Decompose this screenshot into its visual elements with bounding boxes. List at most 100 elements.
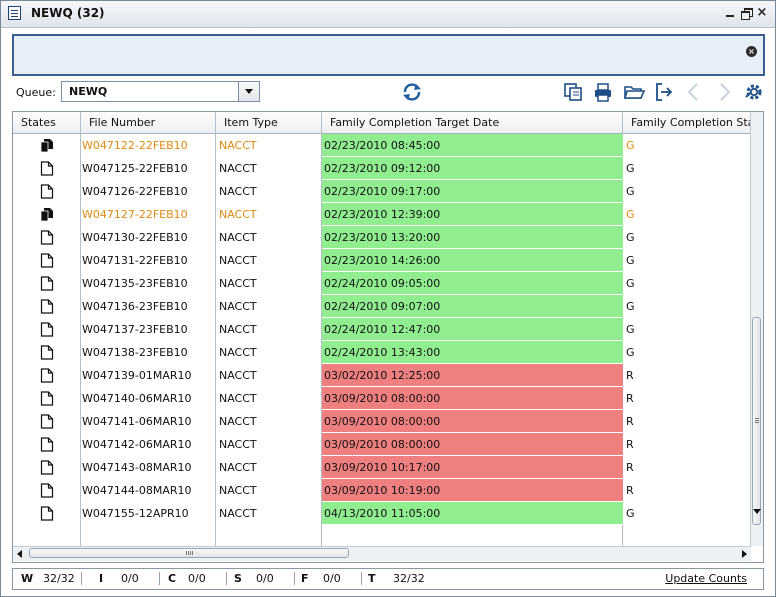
- table-row[interactable]: W047143-08MAR10 NACCT 03/09/2010 10:17:00 R: [13, 456, 749, 479]
- print-button[interactable]: [592, 81, 614, 103]
- completion-state-cell: R: [626, 369, 634, 382]
- item-type-cell: NACCT: [219, 507, 257, 520]
- column-header-states[interactable]: States: [13, 112, 81, 133]
- chevron-down-icon[interactable]: [238, 82, 259, 101]
- status-value: 0/0: [323, 572, 341, 585]
- scroll-right-arrow-icon[interactable]: [742, 550, 747, 558]
- exit-button[interactable]: [653, 81, 675, 103]
- minimize-button[interactable]: [724, 7, 736, 19]
- status-divider: [294, 572, 295, 585]
- state-cell: [13, 387, 81, 410]
- target-date-cell: 03/09/2010 08:00:00: [322, 410, 623, 433]
- queue-label: Queue:: [16, 86, 56, 99]
- completion-state-cell: R: [626, 484, 634, 497]
- document-icon: [40, 345, 54, 360]
- column-header-target-date[interactable]: Family Completion Target Date: [322, 112, 623, 133]
- target-date-cell: 04/13/2010 11:05:00: [322, 502, 623, 525]
- item-type-cell: NACCT: [219, 323, 257, 336]
- column-header-completion-state[interactable]: Family Completion State: [623, 112, 751, 133]
- completion-state-cell: G: [626, 507, 635, 520]
- table-row[interactable]: W047130-22FEB10 NACCT 02/23/2010 13:20:00 G: [13, 226, 749, 249]
- app-menu-icon[interactable]: [8, 6, 21, 20]
- table-row[interactable]: W047139-01MAR10 NACCT 03/02/2010 12:25:00 R: [13, 364, 749, 387]
- status-value: 32/32: [43, 572, 75, 585]
- completion-state-cell: G: [626, 162, 635, 175]
- status-counter-t: T: [368, 572, 376, 585]
- close-button[interactable]: ×: [756, 6, 768, 19]
- settings-button[interactable]: [743, 81, 765, 103]
- refresh-button[interactable]: [401, 81, 423, 103]
- state-cell: [13, 180, 81, 203]
- table-row[interactable]: W047155-12APR10 NACCT 04/13/2010 11:05:00 G: [13, 502, 749, 525]
- item-type-cell: NACCT: [219, 461, 257, 474]
- exit-icon: [656, 83, 673, 101]
- state-cell: [13, 502, 81, 525]
- message-close-icon[interactable]: ×: [746, 46, 757, 57]
- vertical-scrollbar[interactable]: [750, 112, 763, 546]
- scroll-down-arrow-icon[interactable]: [753, 509, 761, 514]
- update-counts-link[interactable]: Update Counts: [665, 572, 747, 585]
- column-header-file-number[interactable]: File Number: [81, 112, 216, 133]
- file-number-cell: W047155-12APR10: [82, 507, 189, 520]
- horizontal-scrollbar[interactable]: [13, 546, 751, 561]
- completion-state-cell: G: [626, 346, 635, 359]
- queue-select[interactable]: NEWQ: [61, 81, 260, 102]
- file-number-cell: W047136-23FEB10: [82, 300, 188, 313]
- target-date-cell: 02/23/2010 09:17:00: [322, 180, 623, 203]
- item-type-cell: NACCT: [219, 185, 257, 198]
- table-row[interactable]: W047142-06MAR10 NACCT 03/09/2010 08:00:00 R: [13, 433, 749, 456]
- status-key: W: [21, 572, 34, 585]
- state-cell: [13, 341, 81, 364]
- status-key: C: [168, 572, 177, 585]
- horizontal-scroll-thumb[interactable]: [29, 548, 349, 558]
- open-folder-button[interactable]: [623, 81, 646, 103]
- file-number-cell: W047139-01MAR10: [82, 369, 192, 382]
- title-bar: NEWQ (32) ×: [1, 1, 775, 28]
- file-number-cell: W047126-22FEB10: [82, 185, 188, 198]
- restore-button[interactable]: [740, 7, 753, 20]
- completion-state-cell: R: [626, 392, 634, 405]
- file-number-cell: W047142-06MAR10: [82, 438, 192, 451]
- status-value: 0/0: [121, 572, 139, 585]
- table-row[interactable]: W047122-22FEB10 NACCT 02/23/2010 08:45:00 G: [13, 134, 749, 157]
- document-icon: [40, 483, 54, 498]
- file-number-cell: W047135-23FEB10: [82, 277, 188, 290]
- item-type-cell: NACCT: [219, 208, 257, 221]
- scroll-left-arrow-icon[interactable]: [17, 550, 22, 558]
- target-date-cell: 02/24/2010 09:07:00: [322, 295, 623, 318]
- state-cell: [13, 295, 81, 318]
- prev-arrow-icon: [687, 83, 698, 101]
- next-button[interactable]: [713, 81, 735, 103]
- completion-state-cell: G: [626, 139, 635, 152]
- table-row[interactable]: W047137-23FEB10 NACCT 02/24/2010 12:47:00 G: [13, 318, 749, 341]
- status-counter-s: S: [234, 572, 242, 585]
- table-row[interactable]: W047140-06MAR10 NACCT 03/09/2010 08:00:00 R: [13, 387, 749, 410]
- target-date-cell: 02/23/2010 14:26:00: [322, 249, 623, 272]
- status-bar: Update Counts W 32/32 I 0/0 C 0/0 S 0/0 F 0/0 T 32/…: [12, 568, 764, 590]
- copy-icon: [564, 83, 582, 101]
- table-row[interactable]: W047131-22FEB10 NACCT 02/23/2010 14:26:00 G: [13, 249, 749, 272]
- document-icon: [40, 414, 54, 429]
- table-row[interactable]: W047144-08MAR10 NACCT 03/09/2010 10:19:00 R: [13, 479, 749, 502]
- previous-button[interactable]: [683, 81, 705, 103]
- column-header-item-type[interactable]: Item Type: [216, 112, 322, 133]
- status-counter-c: C: [168, 572, 176, 585]
- table-row[interactable]: W047138-23FEB10 NACCT 02/24/2010 13:43:00 G: [13, 341, 749, 364]
- state-cell: [13, 456, 81, 479]
- status-key: I: [99, 572, 104, 585]
- vertical-scroll-thumb[interactable]: [752, 317, 761, 525]
- completion-state-cell: G: [626, 277, 635, 290]
- completion-state-cell: G: [626, 300, 635, 313]
- table-row[interactable]: W047127-22FEB10 NACCT 02/23/2010 12:39:00 G: [13, 203, 749, 226]
- document-icon: [40, 322, 54, 337]
- table-row[interactable]: W047135-23FEB10 NACCT 02/24/2010 09:05:00 G: [13, 272, 749, 295]
- table-row[interactable]: W047126-22FEB10 NACCT 02/23/2010 09:17:00 G: [13, 180, 749, 203]
- table-row[interactable]: W047125-22FEB10 NACCT 02/23/2010 09:12:00 G: [13, 157, 749, 180]
- copy-button[interactable]: [563, 81, 585, 103]
- target-date-cell: 03/02/2010 12:25:00: [322, 364, 623, 387]
- state-cell: [13, 479, 81, 502]
- message-bar: ×: [12, 34, 765, 76]
- table-row[interactable]: W047141-06MAR10 NACCT 03/09/2010 08:00:00 R: [13, 410, 749, 433]
- file-number-cell: W047127-22FEB10: [82, 208, 188, 221]
- table-row[interactable]: W047136-23FEB10 NACCT 02/24/2010 09:07:00 G: [13, 295, 749, 318]
